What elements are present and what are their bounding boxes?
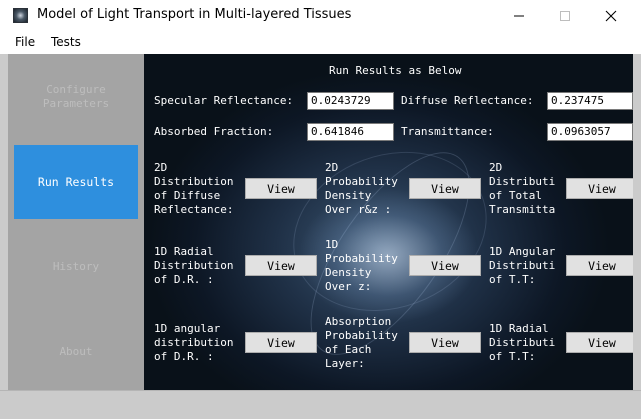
view-button-absorption-probability[interactable]: View bbox=[409, 332, 481, 353]
view-button-2d-total-transmittance[interactable]: View bbox=[566, 178, 633, 199]
plot-label-1d-angular-tt: 1D Angular Distributi of T.T: bbox=[489, 245, 556, 286]
minimize-button[interactable] bbox=[496, 0, 542, 32]
results-heading: Run Results as Below bbox=[329, 64, 462, 77]
view-button-1d-angular-tt[interactable]: View bbox=[566, 255, 633, 276]
plot-label-2d-probability-density: 2D Probability Density Over r&z : bbox=[325, 161, 398, 216]
plot-label-1d-probability-density: 1D Probability Density Over z: bbox=[325, 238, 398, 293]
sidebar-item-about[interactable]: About bbox=[8, 315, 144, 389]
sidebar-item-history[interactable]: History bbox=[8, 230, 144, 304]
view-button-1d-radial-dr[interactable]: View bbox=[245, 255, 317, 276]
plot-label-1d-radial-tt: 1D Radial Distributi of T.T: bbox=[489, 322, 556, 363]
transmittance-label: Transmittance: bbox=[401, 125, 494, 138]
specular-label: Specular Reflectance: bbox=[154, 94, 294, 107]
transmittance-field[interactable]: 0.0963057 bbox=[547, 123, 633, 141]
view-button-2d-probability-density[interactable]: View bbox=[409, 178, 481, 199]
app-icon bbox=[13, 8, 28, 23]
sidebar: Configure Parameters Run Results History… bbox=[8, 54, 144, 390]
plot-label-1d-angular-dr: 1D angular distribution of D.R. : bbox=[154, 322, 234, 363]
plot-label-absorption-probability: Absorption Probability of Each Layer: bbox=[325, 315, 398, 370]
plot-label-2d-total-transmittance: 2D Distributi of Total Transmitta bbox=[489, 161, 556, 216]
close-button[interactable] bbox=[588, 0, 634, 32]
maximize-button[interactable] bbox=[542, 0, 588, 32]
plot-label-1d-radial-dr: 1D Radial Distribution of D.R. : bbox=[154, 245, 234, 286]
absorbed-label: Absorbed Fraction: bbox=[154, 125, 274, 138]
absorbed-field[interactable]: 0.641846 bbox=[307, 123, 394, 141]
sidebar-item-configure-parameters[interactable]: Configure Parameters bbox=[8, 60, 144, 134]
view-button-2d-diffuse-reflectance[interactable]: View bbox=[245, 178, 317, 199]
plot-label-2d-diffuse-reflectance: 2D Distribution of Diffuse Reflectance: bbox=[154, 161, 234, 216]
specular-field[interactable]: 0.0243729 bbox=[307, 92, 394, 110]
view-button-1d-radial-tt[interactable]: View bbox=[566, 332, 633, 353]
maximize-icon bbox=[560, 11, 570, 21]
menu-file[interactable]: File bbox=[15, 35, 35, 49]
results-panel: Run Results as Below Specular Reflectanc… bbox=[144, 54, 633, 390]
window-frame-left bbox=[0, 54, 8, 419]
minimize-icon bbox=[514, 15, 524, 17]
view-button-1d-probability-density[interactable]: View bbox=[409, 255, 481, 276]
menu-tests[interactable]: Tests bbox=[51, 35, 81, 49]
close-icon bbox=[605, 10, 617, 22]
window-frame-right bbox=[633, 54, 641, 419]
window-title: Model of Light Transport in Multi-layere… bbox=[37, 7, 352, 22]
view-button-1d-angular-dr[interactable]: View bbox=[245, 332, 317, 353]
background-glow-ring bbox=[270, 125, 509, 338]
status-bar bbox=[0, 390, 641, 419]
sidebar-item-run-results[interactable]: Run Results bbox=[14, 145, 138, 219]
menu-bar bbox=[0, 32, 641, 54]
diffuse-label: Diffuse Reflectance: bbox=[401, 94, 534, 107]
diffuse-field[interactable]: 0.237475 bbox=[547, 92, 633, 110]
